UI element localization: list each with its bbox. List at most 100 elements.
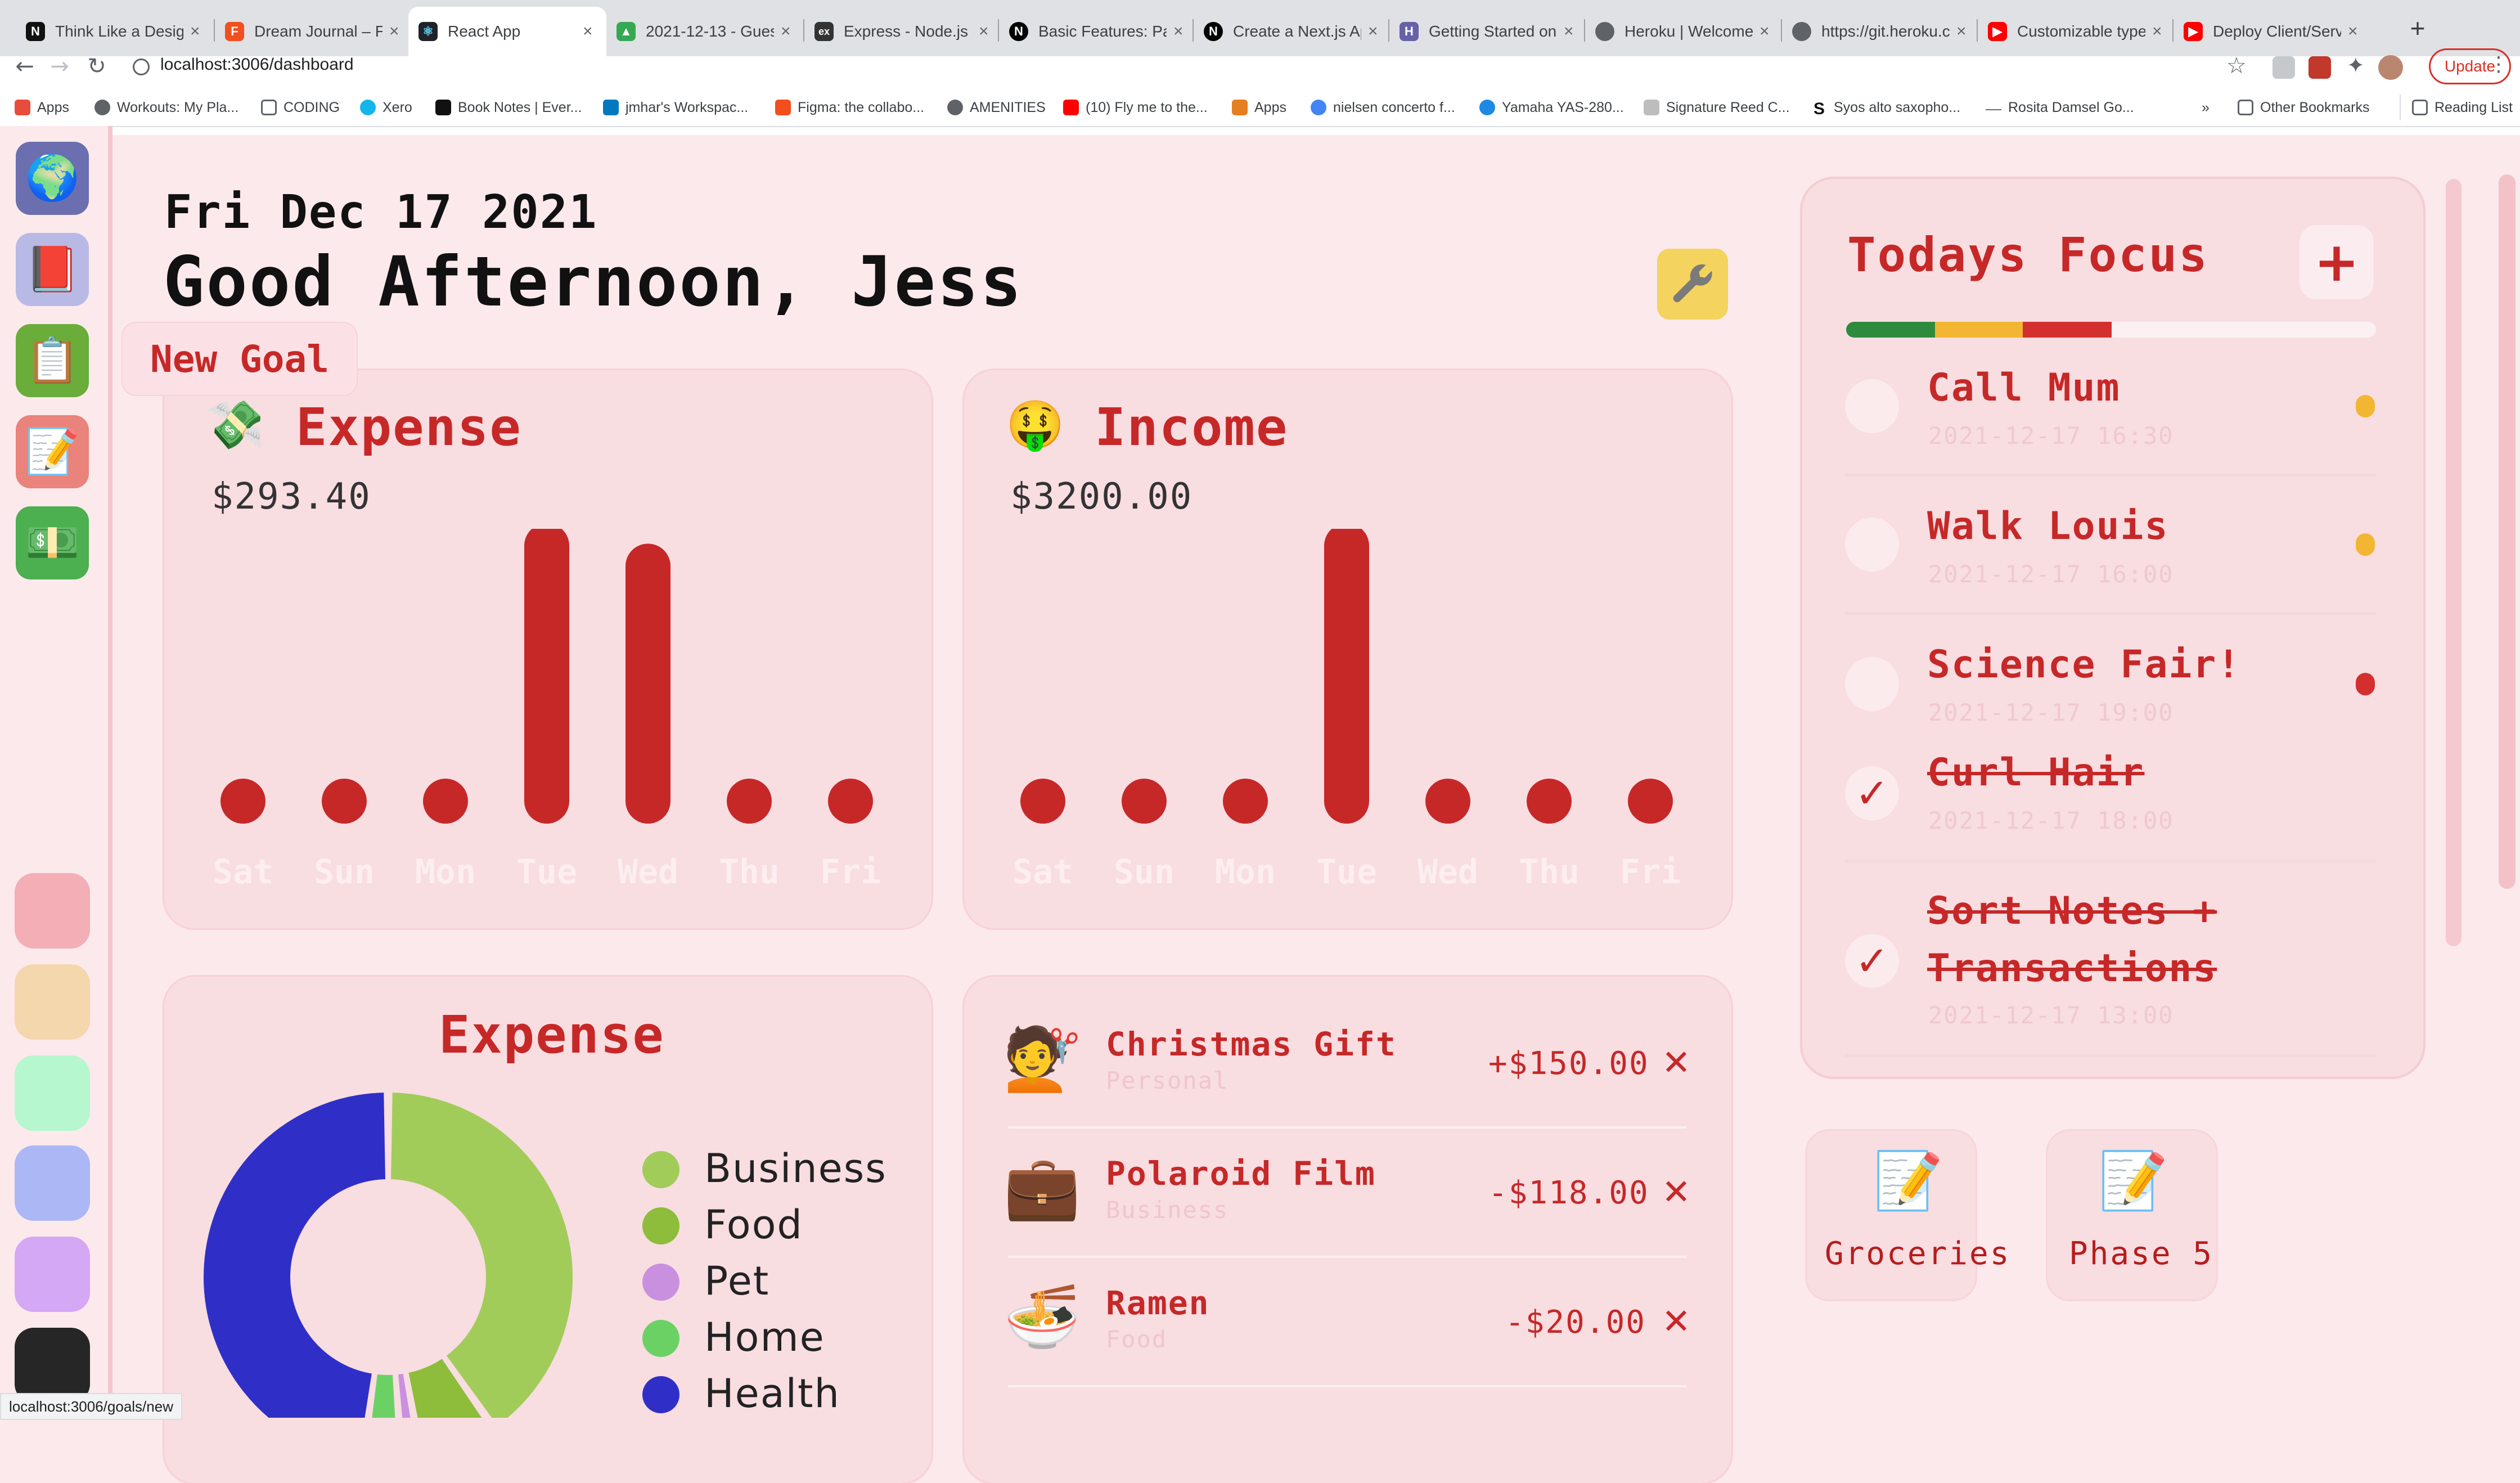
bookmark-apps[interactable]: Apps: [15, 95, 69, 120]
bookmark-coding[interactable]: CODING: [261, 95, 340, 120]
close-tab-icon[interactable]: ×: [2152, 22, 2166, 41]
reading-list[interactable]: Reading List: [2400, 95, 2513, 120]
tab-heroku-welcome[interactable]: Heroku | Welcome t ×: [1585, 7, 1783, 56]
notes-nav-icon[interactable]: 📝: [16, 415, 89, 488]
income-bar-sat: [1020, 779, 1065, 824]
tab-getting-started-heroku[interactable]: H Getting Started on H×: [1389, 7, 1587, 56]
forward-arrow-icon[interactable]: →: [43, 50, 76, 83]
expense-day-label: Mon: [415, 852, 476, 892]
legend-label-home: Home: [704, 1314, 825, 1360]
tab-create-nextjs-app[interactable]: N Create a Next.js Ap ×: [1194, 7, 1392, 56]
page-scrollbar[interactable]: [2499, 174, 2516, 889]
todo-checkbox[interactable]: [1845, 379, 1899, 433]
income-title: Income: [1095, 397, 1289, 457]
apps-grid-icon: [1232, 100, 1248, 115]
close-tab-icon[interactable]: ×: [190, 22, 204, 41]
site-info-icon[interactable]: [133, 59, 150, 75]
bookmark-jmhar-workspace[interactable]: jmhar's Workspac...: [603, 95, 748, 120]
bookmark-rosita-damsel[interactable]: — Rosita Damsel Go...: [1986, 95, 2134, 120]
puzzle-extensions-icon[interactable]: ✦: [2347, 53, 2365, 78]
tab-customizable-type[interactable]: ▶ Customizable type ×: [1978, 7, 2176, 56]
bookmark-book-notes[interactable]: Book Notes | Ever...: [435, 95, 582, 120]
close-tab-icon[interactable]: ×: [979, 22, 992, 41]
journal-nav-icon[interactable]: 📕: [16, 233, 89, 306]
tab-git-heroku[interactable]: https://git.heroku.co ×: [1782, 7, 1980, 56]
extension-icon[interactable]: [2308, 56, 2331, 79]
delete-transaction-icon[interactable]: ✕: [1662, 1301, 1691, 1342]
noodle-bowl-icon: 🍜: [1004, 1280, 1081, 1352]
bookmark-star-icon[interactable]: ☆: [2226, 53, 2247, 79]
other-bookmarks[interactable]: Other Bookmarks: [2238, 95, 2370, 120]
menu-kebab-icon[interactable]: ⋮: [2488, 53, 2509, 76]
tab-dream-journal[interactable]: F Dream Journal – Fig×: [215, 7, 413, 56]
globe-nav-icon[interactable]: 🌍: [16, 142, 89, 215]
close-tab-icon[interactable]: ×: [1564, 22, 1577, 41]
bookmarks-overflow-chevron-icon[interactable]: »: [2202, 95, 2210, 120]
close-tab-icon[interactable]: ×: [1956, 22, 1970, 41]
tab-deploy-client-server[interactable]: ▶ Deploy Client/Serve ×: [2174, 7, 2372, 56]
bookmark-xero[interactable]: Xero: [360, 95, 412, 120]
clipboard-nav-icon[interactable]: 📋: [16, 324, 89, 397]
donut-slice-health: [202, 1090, 388, 1418]
bookmark-nielsen-concerto[interactable]: nielsen concerto f...: [1311, 95, 1455, 120]
status-bar-url: localhost:3006/goals/new: [0, 1393, 182, 1420]
bookmark-figma[interactable]: Figma: the collabo...: [775, 95, 924, 120]
back-arrow-icon[interactable]: ←: [8, 50, 42, 83]
checkmark-icon: ✓: [1855, 770, 1889, 817]
row-divider: [1008, 1256, 1686, 1258]
profile-avatar[interactable]: [2378, 55, 2403, 80]
money-nav-icon[interactable]: 💵: [16, 506, 89, 579]
dash-icon: —: [1986, 100, 2001, 117]
delete-transaction-icon[interactable]: ✕: [1662, 1042, 1691, 1083]
income-day-label: Sun: [1114, 852, 1174, 892]
theme-swatch-dark[interactable]: [15, 1328, 90, 1403]
extension-icon[interactable]: [2272, 56, 2295, 79]
close-tab-icon[interactable]: ×: [1760, 22, 1773, 41]
close-tab-icon[interactable]: ×: [1368, 22, 1382, 41]
tab-nextjs-basic-features[interactable]: N Basic Features: Pag ×: [999, 7, 1197, 56]
todo-checkbox[interactable]: [1845, 518, 1899, 572]
bookmark-apps-2[interactable]: Apps: [1232, 95, 1286, 120]
tab-guest-doc[interactable]: ▲ 2021-12-13 - Guest ×: [606, 7, 804, 56]
tab-react-app[interactable]: ⚛ React App ×: [408, 7, 606, 56]
income-bar-mon: [1223, 779, 1268, 824]
theme-swatch-purple[interactable]: [15, 1237, 90, 1312]
bookmark-syos[interactable]: S Syos alto saxopho...: [1811, 95, 1960, 120]
settings-button[interactable]: [1657, 249, 1728, 320]
bookmark-signature-reed[interactable]: Signature Reed C...: [1644, 95, 1790, 120]
todo-checkbox-checked[interactable]: ✓: [1845, 766, 1899, 820]
close-tab-icon[interactable]: ×: [389, 22, 403, 41]
progress-segment-red: [2023, 322, 2112, 338]
todo-checkbox-checked[interactable]: ✓: [1845, 934, 1899, 988]
close-tab-icon[interactable]: ×: [1173, 22, 1187, 41]
money-wings-icon: 💸: [206, 397, 265, 452]
delete-transaction-icon[interactable]: ✕: [1662, 1171, 1691, 1212]
add-focus-button[interactable]: +: [2300, 225, 2374, 299]
todo-divider: [1845, 474, 2376, 477]
theme-swatch-peach[interactable]: [15, 964, 90, 1040]
bookmark-workouts[interactable]: Workouts: My Pla...: [94, 95, 238, 120]
close-tab-icon[interactable]: ×: [781, 22, 794, 41]
bookmark-yamaha[interactable]: Yamaha YAS-280...: [1479, 95, 1624, 120]
yamaha-icon: [1479, 100, 1495, 115]
bookmark-fly-me-to-the-moon[interactable]: (10) Fly me to the...: [1063, 95, 1208, 120]
checkmark-icon: ✓: [1855, 937, 1889, 985]
expense-day-label: Fri: [820, 852, 881, 892]
focus-scrollbar-track[interactable]: [2446, 179, 2462, 946]
legend-label-business: Business: [704, 1145, 887, 1192]
url-field[interactable]: localhost:3006/dashboard: [160, 55, 354, 74]
grid-icon: [1644, 100, 1659, 115]
new-tab-button[interactable]: +: [2401, 12, 2434, 46]
close-tab-icon[interactable]: ×: [2348, 22, 2361, 41]
apps-grid-icon: [15, 100, 30, 115]
todo-checkbox[interactable]: [1845, 657, 1899, 711]
reload-icon[interactable]: ↻: [80, 50, 114, 83]
tab-think-like-a-designer[interactable]: N Think Like a Design ×: [16, 7, 214, 56]
tab-express[interactable]: ex Express - Node.js w ×: [804, 7, 1002, 56]
theme-swatch-mint[interactable]: [15, 1055, 90, 1131]
new-goal-button[interactable]: New Goal: [123, 323, 357, 395]
bookmark-amenities[interactable]: AMENITIES: [947, 95, 1046, 120]
theme-swatch-pink[interactable]: [15, 873, 90, 949]
close-tab-icon[interactable]: ×: [583, 22, 596, 41]
theme-swatch-blue[interactable]: [15, 1145, 90, 1221]
